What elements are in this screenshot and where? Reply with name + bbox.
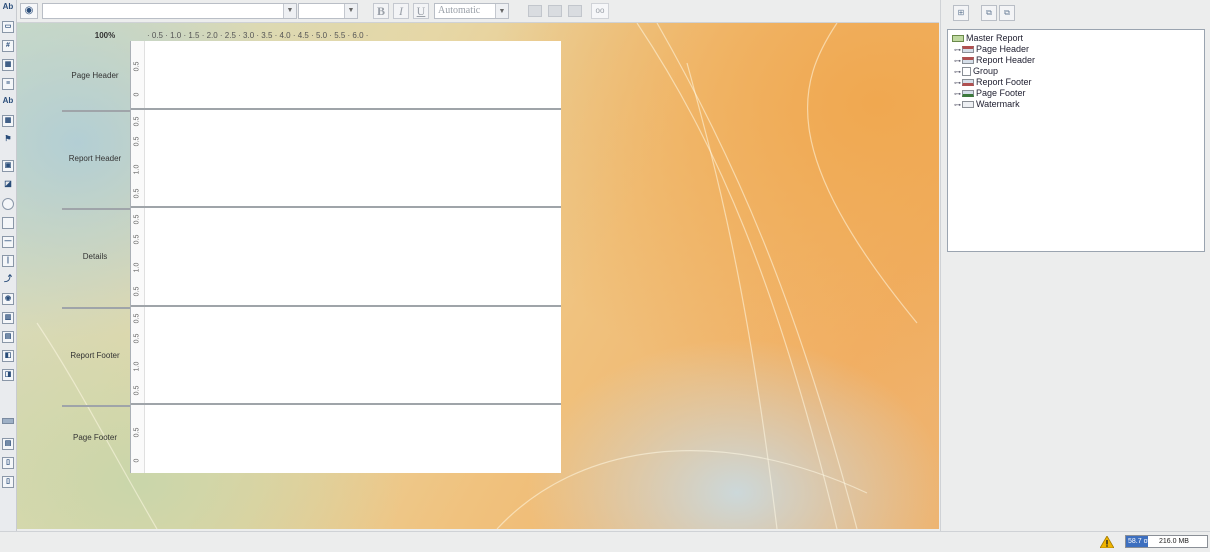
label-icon[interactable]: Ab [2, 2, 14, 14]
tree-item[interactable]: ⊶ Report Header [954, 55, 1035, 66]
component-palette: Ab ▭ # ▦ ≡ Ab ▦ ⚑ ▣ ◪ — | ⤴ ◉ ▥ ▤ ◧ ◨ ▤ … [0, 0, 17, 531]
table-of-contents-icon[interactable]: ▤ [2, 438, 14, 450]
warning-icon[interactable] [1100, 536, 1114, 548]
chart-icon[interactable]: ◉ [2, 293, 14, 305]
band-report-header[interactable]: Report Header 0.5 0.5 1.0 0.5 [69, 110, 561, 208]
structure-panel: ⊞ ⧉ ⧉ Master Report ⊶ Page Header ⊶ Report… [940, 0, 1210, 531]
align-center-button[interactable] [548, 5, 562, 17]
report-icon [952, 35, 964, 43]
rectangle-icon[interactable] [2, 217, 14, 229]
underline-button[interactable]: U [413, 3, 429, 19]
italic-button[interactable]: I [393, 3, 409, 19]
band-page-header[interactable]: Page Header 0 0.5 [71, 41, 561, 110]
memory-used-text: 58.7 of [1128, 538, 1150, 545]
structure-view-icon[interactable]: ⊞ [953, 5, 969, 21]
chevron-down-icon[interactable]: ▼ [344, 4, 357, 18]
band-icon[interactable]: ▤ [2, 331, 14, 343]
vertical-ruler: 0.5 0.5 1.0 0.5 [130, 110, 145, 206]
band-label: Report Footer [70, 351, 120, 360]
message-field-icon[interactable]: ≡ [2, 78, 14, 90]
band-label: Report Header [68, 154, 122, 163]
ellipse-icon[interactable] [2, 198, 14, 210]
date-field-icon[interactable]: ▦ [2, 59, 14, 71]
chevron-down-icon[interactable]: ▼ [495, 4, 508, 18]
band-label: Details [82, 252, 108, 261]
zoom-level[interactable]: 100% [80, 31, 130, 41]
resource-label-icon[interactable]: Ab [2, 96, 14, 108]
band-report-footer[interactable]: Report Footer 0.5 0.5 1.0 0.5 [70, 307, 561, 405]
vertical-line-icon[interactable]: | [2, 255, 14, 267]
vertical-ruler: 0.5 0.5 1.0 0.5 [130, 307, 145, 403]
align-right-button[interactable] [568, 5, 582, 17]
tree-item[interactable]: ⊶ Page Footer [954, 88, 1026, 99]
add-group-icon[interactable]: ⧉ [981, 5, 997, 21]
font-name-combo[interactable]: ▼ [42, 3, 297, 19]
font-size-combo[interactable]: ▼ [298, 3, 358, 19]
memory-indicator[interactable]: 58.7 of 216.0 MB [1125, 535, 1208, 548]
image-field-icon[interactable]: ▣ [2, 160, 14, 172]
resource-message-icon[interactable]: ⚑ [2, 134, 14, 146]
group-icon [962, 67, 971, 77]
align-left-button[interactable] [528, 5, 542, 17]
memory-total-text: 216.0 MB [1159, 538, 1189, 545]
band-icon [962, 90, 974, 98]
band-icon [962, 79, 974, 87]
horizontal-line-icon[interactable]: — [2, 236, 14, 248]
resource-field-icon[interactable]: ▦ [2, 115, 14, 127]
tree-item[interactable]: ⊶ Watermark [954, 99, 1020, 110]
band-details[interactable]: Details 0.5 0.5 1.0 0.5 [83, 208, 561, 307]
tree-item[interactable]: ⊶ Group [954, 66, 998, 77]
eye-icon[interactable]: ◉ [20, 3, 38, 19]
vertical-ruler: 0 0.5 [130, 405, 145, 473]
tree-item[interactable]: ⊶ Page Header [954, 44, 1029, 55]
design-canvas[interactable]: 100% · 0.5 · 1.0 · 1.5 · 2.0 · 2.5 · 3.0… [17, 23, 939, 529]
band-icon [962, 46, 974, 54]
band-label: Page Header [71, 71, 119, 80]
color-combo[interactable]: Automatic ▼ [434, 3, 509, 19]
vertical-ruler: 0.5 0.5 1.0 0.5 [130, 208, 145, 305]
image-icon[interactable]: ◪ [2, 179, 14, 191]
watermark-icon [962, 101, 974, 109]
expand-icon[interactable]: ⊶ [954, 100, 962, 111]
tree-item[interactable]: ⊶ Report Footer [954, 77, 1032, 88]
bold-button[interactable]: B [373, 3, 389, 19]
tree-root[interactable]: Master Report [952, 33, 1023, 44]
band-icon [962, 57, 974, 65]
band-page-footer[interactable]: Page Footer 0 0.5 [73, 405, 561, 473]
vertical-ruler: 0 0.5 [130, 41, 145, 108]
horizontal-ruler: · 0.5 · 1.0 · 1.5 · 2.0 · 2.5 · 3.0 · 3.… [147, 31, 369, 40]
structure-tree: Master Report ⊶ Page Header ⊶ Report Heade… [947, 29, 1205, 252]
sub-report-2-icon[interactable]: ◨ [2, 369, 14, 381]
link-button[interactable]: oo [591, 3, 609, 19]
sub-band-icon[interactable]: ▯ [2, 476, 14, 488]
barcode-icon[interactable]: ▥ [2, 312, 14, 324]
survey-scale-icon[interactable]: ⤴ [2, 274, 14, 286]
chevron-down-icon[interactable]: ▼ [283, 4, 296, 18]
remove-group-icon[interactable]: ⧉ [999, 5, 1015, 21]
index-icon[interactable]: ▯ [2, 457, 14, 469]
color-value: Automatic [438, 5, 481, 16]
subreport-icon[interactable]: ◧ [2, 350, 14, 362]
text-field-icon[interactable]: ▭ [2, 21, 14, 33]
status-bar: 58.7 of 216.0 MB [0, 531, 1210, 552]
format-toolbar: ◉ ▼ ▼ B I U Automatic ▼ oo [17, 0, 939, 23]
number-field-icon[interactable]: # [2, 40, 14, 52]
separator-icon[interactable] [2, 418, 14, 424]
band-label: Page Footer [72, 433, 118, 442]
